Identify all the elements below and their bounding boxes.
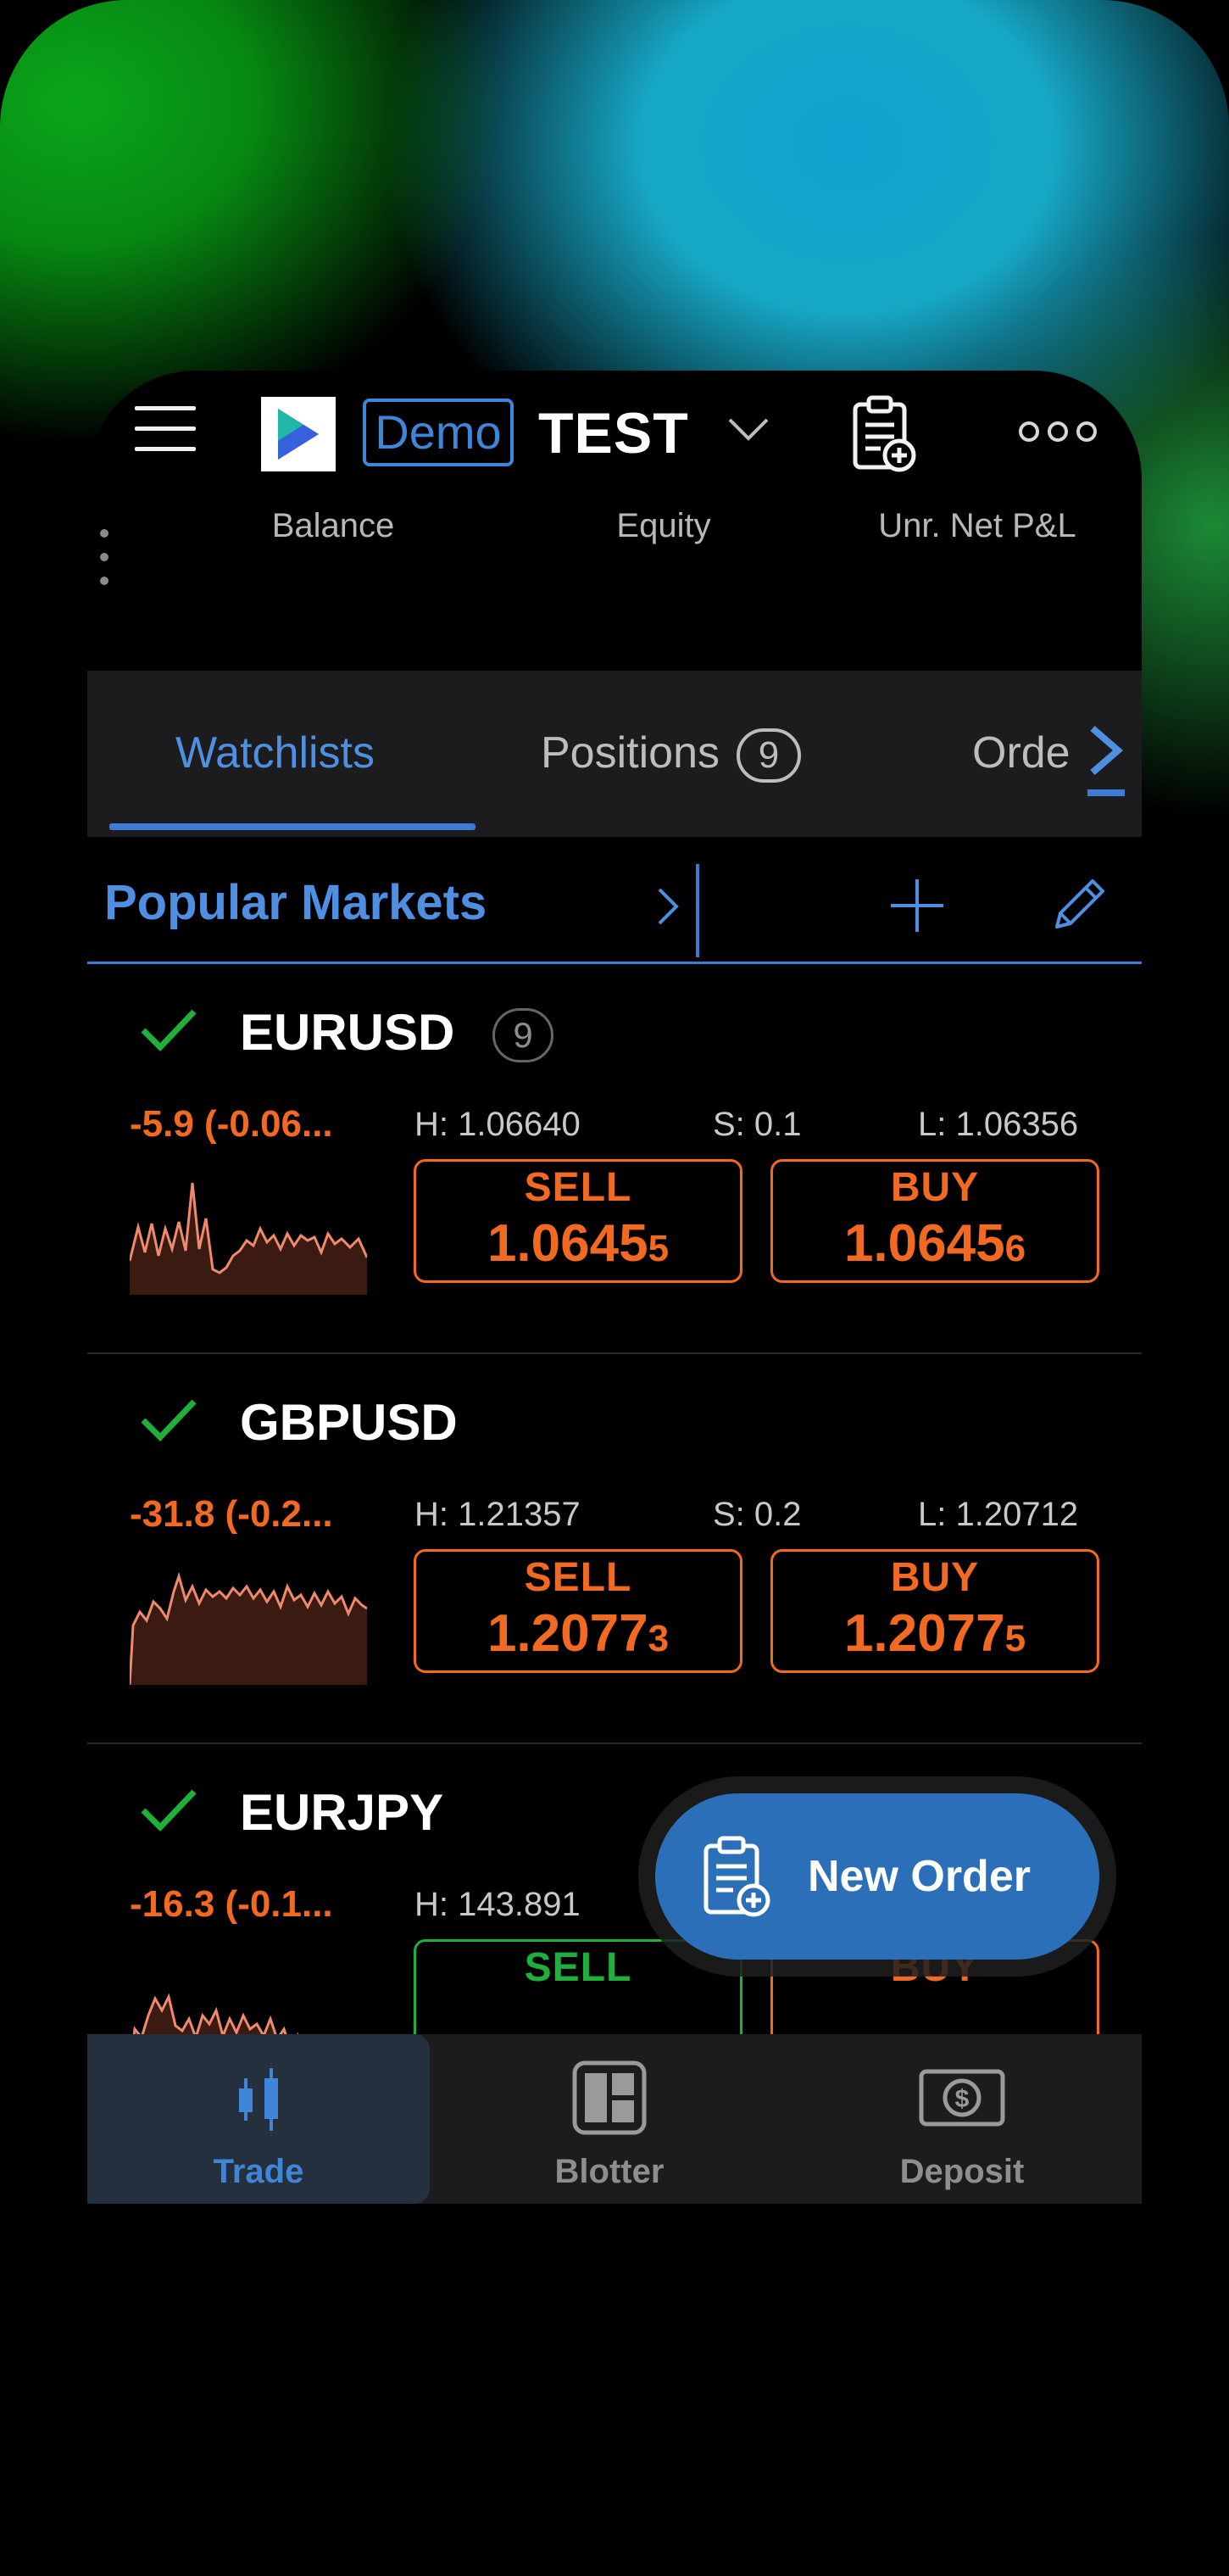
list-item-eurusd[interactable]: EURUSD 9 -5.9 (-0.06... H: 1.06640 S: 0.… [87,964,1142,1354]
sell-label: SELL [524,1555,632,1600]
demo-badge: Demo [363,399,514,466]
new-order-clipboard-icon[interactable] [850,394,918,474]
buy-button[interactable]: BUY 1.20775 [770,1549,1099,1673]
app-logo [261,397,336,471]
top-bar: Demo TEST [87,371,1142,498]
watchlist-header: Popular Markets [87,837,1142,964]
main-tabs: Watchlists Positions 9 Orde [87,671,1142,837]
nav-label: Blotter [554,2153,665,2190]
buy-price-pip: 6 [1004,1228,1026,1269]
deposit-dollar-icon: $ [919,2069,1005,2127]
check-icon [141,1009,197,1052]
instrument-symbol: EURUSD [240,1004,455,1061]
sell-button[interactable]: SELL 1.06455 [414,1159,742,1283]
check-icon [141,1399,197,1442]
tab-label: Positions [541,728,720,778]
drag-handle-icon[interactable] [97,523,111,591]
divider [696,864,699,957]
active-tab-indicator [109,823,475,830]
tab-watchlists[interactable]: Watchlists [175,723,375,783]
sell-price-main: 1.0645 [487,1214,648,1273]
sell-label: SELL [524,1945,632,1990]
bottom-navigation: Trade Blotter $ Deposit [87,2034,1142,2204]
sell-price: 1.20773 [416,1603,740,1670]
hamburger-menu-icon[interactable] [135,404,199,455]
buy-label: BUY [890,1165,980,1210]
instrument-symbol: EURJPY [240,1784,444,1841]
blotter-grid-icon [572,2060,647,2135]
watchlist-title[interactable]: Popular Markets [104,871,487,935]
new-order-clipboard-icon [703,1836,770,1917]
low-value: L: 1.20712 [918,1496,1079,1533]
tab-label: Orde [972,728,1071,778]
daily-change: -31.8 (-0.2... [130,1493,333,1535]
chevron-right-icon[interactable] [651,883,685,930]
tab-orders[interactable]: Orde [972,723,1071,783]
list-item-gbpusd[interactable]: GBPUSD -31.8 (-0.2... H: 1.21357 S: 0.2 … [87,1354,1142,1744]
high-value: H: 143.891 [414,1886,581,1923]
account-name[interactable]: TEST [538,396,689,471]
buy-label: BUY [890,1555,980,1600]
nav-blotter[interactable]: Blotter [438,2034,781,2204]
positions-count-badge: 9 [737,728,801,783]
low-value: L: 1.06356 [918,1106,1079,1143]
nav-label: Trade [213,2153,304,2190]
daily-change: -5.9 (-0.06... [130,1103,333,1145]
sell-price: 1.06455 [416,1213,740,1280]
buy-button[interactable]: BUY 1.06456 [770,1159,1099,1283]
high-value: H: 1.06640 [414,1106,581,1143]
check-icon [141,1789,197,1832]
sell-label: SELL [524,1165,632,1210]
sparkline-chart [130,1571,367,1685]
tab-label: Watchlists [175,728,375,778]
device-frame: Demo TEST Balance Equity Unr. Net P&L Wa… [0,0,1229,2576]
more-options-icon[interactable] [1015,415,1100,449]
daily-change: -16.3 (-0.1... [130,1883,333,1925]
sell-price-pip: 5 [648,1228,670,1269]
add-icon[interactable] [889,878,945,934]
nav-deposit[interactable]: $ Deposit [791,2034,1133,2204]
sell-price-pip: 3 [648,1618,670,1659]
high-value: H: 1.21357 [414,1496,581,1533]
edit-pencil-icon[interactable] [1045,871,1113,939]
new-order-label: New Order [808,1852,1031,1901]
sell-price-main: 1.2077 [487,1604,648,1663]
buy-price-pip: 5 [1004,1618,1026,1659]
app-screen: Demo TEST Balance Equity Unr. Net P&L Wa… [87,371,1142,2204]
nav-label: Deposit [899,2153,1025,2190]
tab-positions[interactable]: Positions 9 [541,723,801,783]
account-metrics: Balance Equity Unr. Net P&L [87,498,1142,616]
equity-label: Equity [616,507,711,544]
buy-price: 1.06456 [773,1213,1097,1280]
spread-value: S: 0.2 [713,1496,802,1533]
position-count-badge: 9 [492,1008,553,1062]
new-order-button[interactable]: New Order [655,1793,1099,1960]
svg-text:$: $ [955,2085,970,2113]
sparkline-chart [130,1182,367,1295]
instrument-symbol: GBPUSD [240,1394,458,1451]
candlestick-chart-icon [239,2068,278,2131]
unrealized-pl-label: Unr. Net P&L [878,507,1076,544]
nav-trade[interactable]: Trade [87,2034,430,2204]
buy-price-main: 1.2077 [843,1604,1005,1663]
chevron-down-icon[interactable] [725,410,772,447]
sell-button[interactable]: SELL 1.20773 [414,1549,742,1673]
buy-price-main: 1.0645 [843,1214,1005,1273]
chevron-right-icon[interactable] [1081,720,1132,800]
spread-value: S: 0.1 [713,1106,802,1143]
buy-price: 1.20775 [773,1603,1097,1670]
balance-label: Balance [271,507,395,544]
